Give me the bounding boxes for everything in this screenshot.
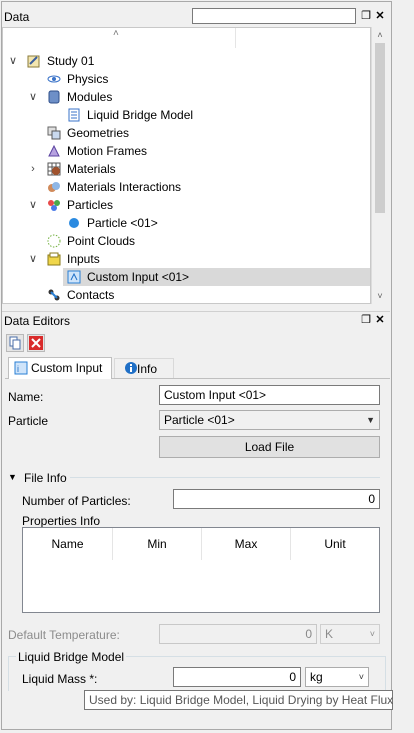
expanded-chevron-icon[interactable]: ∨ [27,196,39,214]
liquid-bridge-group-label: Liquid Bridge Model [16,650,127,664]
materials-icon [47,162,61,176]
dropdown-arrow-icon: ▼ [366,415,375,425]
delete-icon [29,336,43,350]
mass-unit-select[interactable]: kg ˅ [305,667,369,687]
collapsed-chevron-icon[interactable]: › [27,160,39,178]
tree-item-label: Modules [67,90,113,104]
particle-select-value: Particle <01> [164,413,235,427]
properties-table[interactable]: Name Min Max Unit [22,527,380,613]
close-panel-icon[interactable]: ✕ [374,10,386,22]
chevron-down-icon: ˅ [369,629,375,639]
tab-custom-input[interactable]: i Custom Input [8,357,112,379]
close-editors-icon[interactable]: ✕ [374,314,386,326]
collapse-file-info-icon[interactable]: ▼ [8,472,17,482]
tree-item-label: Motion Frames [67,144,148,158]
column-header-name[interactable]: Name [23,528,113,560]
info-icon [125,362,137,374]
document-icon [67,108,81,122]
tree-item-label: Contacts [67,288,115,302]
modules-icon [47,90,61,104]
expanded-chevron-icon[interactable]: ∨ [7,52,19,70]
name-input[interactable]: Custom Input <01> [159,385,380,405]
column-header-unit[interactable]: Unit [291,528,379,560]
editors-panel-title: Data Editors [4,314,71,328]
sort-indicator-icon: ˄ [113,28,119,39]
motion-frames-icon [47,144,61,158]
geometries-icon [47,126,61,140]
column-header-max[interactable]: Max [202,528,291,560]
custom-input-tab-icon: i [14,361,28,375]
particle-select[interactable]: Particle <01> ▼ [159,410,380,430]
file-info-divider [70,477,380,478]
scrollbar-thumb[interactable] [375,43,385,213]
file-info-heading: File Info [24,471,67,485]
tree-item-label: Particles [67,198,114,212]
float-editors-icon[interactable]: ❐ [360,314,372,326]
tree-vertical-scrollbar[interactable]: ˄ ˅ [371,27,387,304]
physics-icon [47,72,61,86]
data-tree[interactable]: ˄ ∨ Study 01 Physics ∨ Modules Liquid Bridge … [2,27,371,304]
materials-interactions-icon [47,180,61,194]
copy-icon [9,336,21,350]
float-panel-icon[interactable]: ❐ [360,10,372,22]
tree-item-label: Materials [67,162,116,176]
default-temperature-field[interactable]: 0 [159,624,317,644]
tree-item-label: Custom Input <01> [87,270,190,284]
particles-icon [47,198,61,212]
tree-item-label: Inputs [67,252,100,266]
tab-custom-input-label: Custom Input [31,361,103,375]
scroll-up-icon[interactable]: ˄ [372,28,388,42]
delete-button[interactable] [27,334,45,352]
expanded-chevron-icon[interactable]: ∨ [27,250,39,268]
custom-input-icon [67,270,81,284]
liquid-mass-field[interactable]: 0 [173,667,301,687]
number-of-particles-field[interactable]: 0 [173,489,380,509]
point-clouds-icon [47,234,61,248]
tree-item-label: Physics [67,72,109,86]
svg-text:i: i [17,364,19,374]
temperature-unit-value: K [325,627,334,641]
tooltip: Used by: Liquid Bridge Model, Liquid Dry… [84,690,393,710]
tree-item-label: Study 01 [47,54,95,68]
properties-info-label: Properties Info [22,514,101,528]
column-divider [235,28,236,48]
column-header-min[interactable]: Min [113,528,202,560]
study-icon [27,54,41,68]
name-label: Name: [8,390,44,404]
load-file-button[interactable]: Load File [159,436,380,458]
particle-dot-icon [67,216,81,230]
tree-item-label: Geometries [67,126,130,140]
expanded-chevron-icon[interactable]: ∨ [27,88,39,106]
tree-item-label: Liquid Bridge Model [87,108,194,122]
data-panel-title: Data [4,10,30,24]
liquid-mass-label: Liquid Mass *: [22,672,98,686]
tab-info[interactable]: Info [114,358,174,378]
inputs-icon [47,252,61,266]
default-temperature-label: Default Temperature: [8,628,120,642]
tree-item-label: Particle <01> [87,216,158,230]
chevron-down-icon: ˅ [358,672,364,682]
data-search-input[interactable] [192,8,356,24]
particle-label: Particle [8,414,49,428]
copy-button[interactable] [6,334,24,352]
tree-item-label: Point Clouds [67,234,136,248]
tree-item-label: Materials Interactions [67,180,182,194]
tab-info-label: Info [137,362,158,376]
contacts-icon [47,288,61,302]
number-of-particles-label: Number of Particles: [22,494,131,508]
temperature-unit-select[interactable]: K ˅ [320,624,380,644]
mass-unit-value: kg [310,670,323,684]
scroll-down-icon[interactable]: ˅ [372,289,388,303]
